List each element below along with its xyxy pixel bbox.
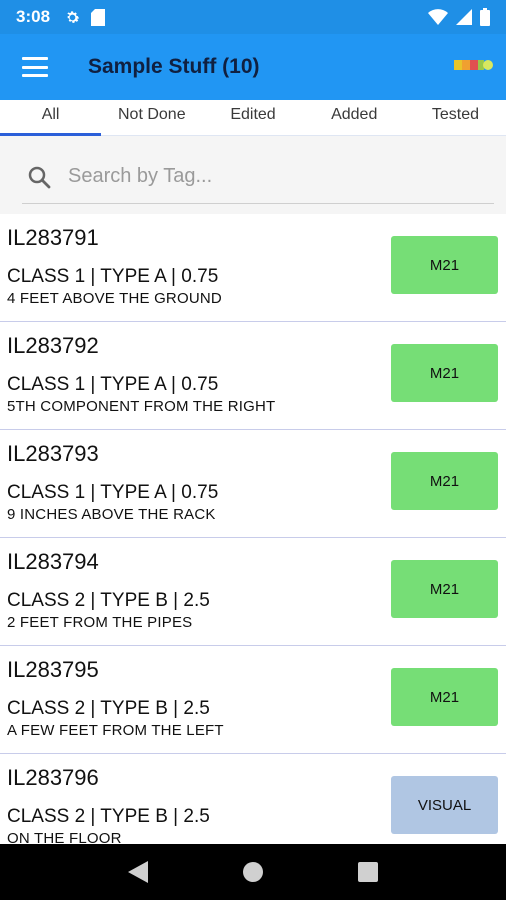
tab-not-done[interactable]: Not Done — [101, 100, 202, 135]
signal-icon — [456, 9, 472, 25]
home-button[interactable] — [233, 852, 273, 892]
list-item[interactable]: IL283795 CLASS 2 | TYPE B | 2.5 A FEW FE… — [0, 646, 506, 754]
item-location: 2 FEET FROM THE PIPES — [7, 614, 193, 631]
item-action-button[interactable]: M21 — [391, 344, 498, 402]
item-location: ON THE FLOOR — [7, 830, 122, 844]
item-tag: IL283795 — [7, 657, 99, 682]
item-class-info: CLASS 2 | TYPE B | 2.5 — [7, 806, 210, 827]
item-location: 5TH COMPONENT FROM THE RIGHT — [7, 398, 276, 415]
item-class-info: CLASS 1 | TYPE A | 0.75 — [7, 374, 219, 395]
back-button[interactable] — [118, 852, 158, 892]
system-nav-bar — [0, 844, 506, 900]
tab-all[interactable]: All — [0, 100, 102, 136]
item-location: 4 FEET ABOVE THE GROUND — [7, 290, 222, 307]
item-tag: IL283793 — [7, 441, 99, 466]
item-action-button[interactable]: M21 — [391, 668, 498, 726]
item-tag: IL283791 — [7, 225, 99, 250]
list-item[interactable]: IL283792 CLASS 1 | TYPE A | 0.75 5TH COM… — [0, 322, 506, 430]
wifi-icon — [428, 9, 448, 25]
back-icon — [127, 861, 148, 883]
item-class-info: CLASS 1 | TYPE A | 0.75 — [7, 482, 219, 503]
battery-icon — [480, 8, 490, 26]
home-icon — [242, 862, 263, 882]
list-item[interactable]: IL283796 CLASS 2 | TYPE B | 2.5 ON THE F… — [0, 754, 506, 844]
list-item[interactable]: IL283794 CLASS 2 | TYPE B | 2.5 2 FEET F… — [0, 538, 506, 646]
item-location: A FEW FEET FROM THE LEFT — [7, 722, 224, 739]
item-location: 9 INCHES ABOVE THE RACK — [7, 506, 216, 523]
list-item[interactable]: IL283793 CLASS 1 | TYPE A | 0.75 9 INCHE… — [0, 430, 506, 538]
item-action-button[interactable]: VISUAL — [391, 776, 498, 834]
item-action-button[interactable]: M21 — [391, 236, 498, 294]
tab-added[interactable]: Added — [304, 100, 405, 135]
item-tag: IL283792 — [7, 333, 99, 358]
hamburger-menu-button[interactable] — [0, 34, 70, 100]
search-bar — [22, 150, 494, 204]
item-class-info: CLASS 2 | TYPE B | 2.5 — [7, 698, 210, 719]
sd-card-icon — [91, 8, 106, 26]
list-item[interactable]: IL283791 CLASS 1 | TYPE A | 0.75 4 FEET … — [0, 214, 506, 322]
recents-icon — [358, 862, 379, 882]
app-bar: Sample Stuff (10) — [0, 34, 506, 100]
status-bar: 3:08 — [0, 0, 506, 34]
item-tag: IL283794 — [7, 549, 99, 574]
item-list: IL283791 CLASS 1 | TYPE A | 0.75 4 FEET … — [0, 214, 506, 844]
item-action-button[interactable]: M21 — [391, 452, 498, 510]
tab-tested[interactable]: Tested — [405, 100, 506, 135]
tab-edited[interactable]: Edited — [202, 100, 303, 135]
status-time: 3:08 — [16, 7, 51, 26]
hamburger-menu-icon — [22, 57, 48, 77]
item-class-info: CLASS 1 | TYPE A | 0.75 — [7, 266, 219, 287]
gear-icon — [67, 10, 80, 23]
item-tag: IL283796 — [7, 765, 99, 790]
item-action-button[interactable]: M21 — [391, 560, 498, 618]
filter-tabs: All Not Done Edited Added Tested — [0, 100, 506, 136]
page-title: Sample Stuff (10) — [88, 55, 260, 78]
item-class-info: CLASS 2 | TYPE B | 2.5 — [7, 590, 210, 611]
app-logo-icon — [454, 58, 494, 77]
search-icon — [24, 162, 54, 192]
recents-button[interactable] — [348, 852, 388, 892]
search-input[interactable] — [68, 165, 468, 188]
